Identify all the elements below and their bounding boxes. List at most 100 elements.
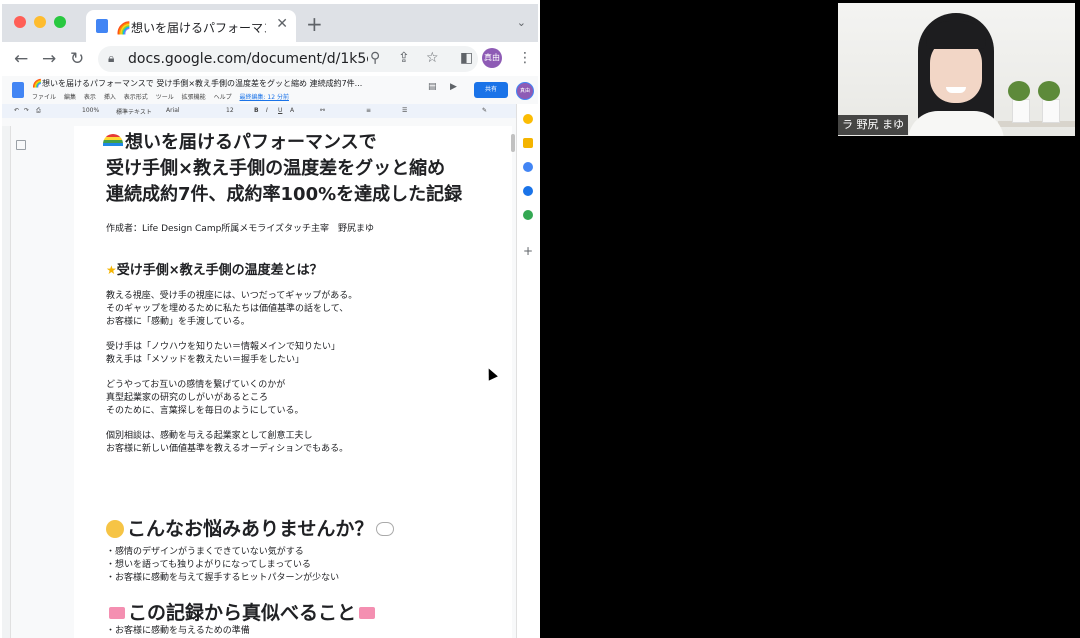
font-select[interactable]: Arial <box>166 107 180 114</box>
menu-edit[interactable]: 編集 <box>64 94 76 101</box>
section3-list: ・お客様に感動を与えるための準備 <box>106 625 250 638</box>
love-letter-icon <box>109 607 125 619</box>
contacts-icon[interactable] <box>523 186 533 196</box>
section3-heading: この記録から真似べること <box>106 598 378 625</box>
tab-search-icon[interactable]: ⌄ <box>517 16 526 29</box>
menu-view[interactable]: 表示 <box>84 94 96 101</box>
comment-history-icon[interactable]: ▤ <box>428 82 437 92</box>
lock-icon: 🔒︎ <box>108 51 115 65</box>
url-text[interactable]: docs.google.com/document/d/1k5cz2... <box>128 51 368 67</box>
doc-title-line-2: 受け手側×教え手側の温度差をグッと縮め <box>106 158 446 179</box>
love-letter-icon <box>359 607 376 619</box>
screen: 🌈想いを届けるパフォーマンスで ✕ + ⌄ ← → ↻ 🔒︎ docs.goog… <box>0 0 1080 638</box>
bold-icon[interactable]: B <box>254 107 259 114</box>
doc-author: 作成者：Life Design Camp所属メモライズタッチ主宰 野尻まゆ <box>106 224 375 234</box>
add-addon-icon[interactable]: + <box>523 244 533 258</box>
share-icon[interactable]: ⇪ <box>398 50 410 66</box>
docs-menubar: ファイル 編集 表示 挿入 表示形式 ツール 拡張機能 ヘルプ 最終編集: 12… <box>32 92 295 101</box>
font-size-input[interactable]: 12 <box>226 107 234 114</box>
profile-avatar[interactable]: 真由 <box>482 48 502 68</box>
list-item: ・想いを語っても独りよがりになってしまっている <box>106 560 311 570</box>
participant-shirt <box>908 111 1004 136</box>
address-bar[interactable]: 🔒︎ docs.google.com/document/d/1k5cz2... … <box>98 46 478 72</box>
star-icon[interactable]: ☆ <box>426 50 439 66</box>
section2-list: ・感情のデザインがうまくできていない気がする ・想いを語っても独りよがりになって… <box>106 546 339 585</box>
docs-avatar[interactable]: 真由 <box>516 82 534 100</box>
list-item: ・お客様に感動を与えるための準備 <box>106 626 250 636</box>
plant <box>1008 81 1030 101</box>
section1-heading: ★受け手側×教え手側の温度差とは？ <box>106 263 323 278</box>
undo-icon[interactable]: ↶ <box>14 107 19 114</box>
menu-format[interactable]: 表示形式 <box>124 94 148 101</box>
minimize-window-button[interactable] <box>34 16 46 28</box>
tab-bar: 🌈想いを届けるパフォーマンスで ✕ + ⌄ <box>2 4 538 42</box>
participant-smile <box>946 87 966 93</box>
menu-insert[interactable]: 挿入 <box>104 94 116 101</box>
forward-arrow-icon[interactable]: → <box>42 49 56 69</box>
side-panel: + <box>516 104 538 638</box>
print-icon[interactable]: ⎙ <box>36 107 41 115</box>
calendar-icon[interactable] <box>523 138 533 148</box>
menu-file[interactable]: ファイル <box>32 94 56 101</box>
plant-pot <box>1042 99 1060 123</box>
star-emoji-icon: ★ <box>106 263 117 277</box>
scrollbar-thumb[interactable] <box>511 134 515 152</box>
keep-icon[interactable] <box>523 114 533 124</box>
thinking-face-icon <box>106 520 124 538</box>
outline-icon[interactable] <box>16 140 26 150</box>
back-arrow-icon[interactable]: ← <box>14 49 28 69</box>
section2-heading: こんなお悩みありませんか？ <box>106 514 395 541</box>
underline-icon[interactable]: U <box>278 107 282 114</box>
style-select[interactable]: 標準テキスト <box>116 107 152 116</box>
list-item: ・感情のデザインがうまくできていない気がする <box>106 547 304 557</box>
tab-close-icon[interactable]: ✕ <box>276 16 288 32</box>
participant-name-label: ラ 野尻 まゆ <box>838 115 908 135</box>
kebab-menu-icon[interactable]: ⋮ <box>518 50 532 66</box>
speech-bubble-icon <box>376 522 395 536</box>
list-item: ・お客様に感動を与えて握手するヒットパターンが少ない <box>106 573 340 583</box>
paragraph-4: 個別相談は、感動を与える起業家として創意工夫し お客様に新しい価値基準を教えるオ… <box>106 431 349 454</box>
sidepanel-icon[interactable]: ◧ <box>460 50 473 66</box>
doc-title-line-1: 想いを届けるパフォーマンスで <box>103 128 377 154</box>
plant-pot <box>1012 99 1030 123</box>
new-tab-button[interactable]: + <box>306 12 323 36</box>
rainbow-icon <box>103 134 123 146</box>
close-window-button[interactable] <box>14 16 26 28</box>
zoom-select[interactable]: 100% <box>82 107 99 114</box>
tab-title: 🌈想いを届けるパフォーマンスで <box>116 21 266 35</box>
align-icon[interactable]: ≡ <box>366 107 371 114</box>
browser-tab[interactable]: 🌈想いを届けるパフォーマンスで ✕ <box>86 10 296 42</box>
browser-window: 🌈想いを届けるパフォーマンスで ✕ + ⌄ ← → ↻ 🔒︎ docs.goog… <box>2 4 538 638</box>
format-toolbar: ↶ ↷ ⎙ 100% 標準テキスト Arial 12 B I U A ⚯ ≡ ☰… <box>2 104 538 118</box>
doc-title-line-3: 連続成約7件、成約率100%を達成した記録 <box>106 184 463 205</box>
meet-icon[interactable]: ▶ <box>450 82 457 92</box>
italic-icon[interactable]: I <box>266 107 268 114</box>
plant <box>1038 81 1060 101</box>
shelf <box>998 121 1075 127</box>
vertical-ruler[interactable] <box>2 126 11 638</box>
paragraph-1: 教える視座、受け手の視座には、いつだってギャップがある。 そのギャップを埋めるた… <box>106 291 358 327</box>
menu-tools[interactable]: ツール <box>156 94 174 101</box>
menu-help[interactable]: ヘルプ <box>214 94 232 101</box>
browser-toolbar: ← → ↻ 🔒︎ docs.google.com/document/d/1k5c… <box>2 42 538 77</box>
docs-favicon-icon <box>96 19 108 33</box>
document-title[interactable]: 🌈想いを届けるパフォーマンスで 受け手側×教え手側の温度差をグッと縮め 連続成約… <box>32 78 362 89</box>
reload-icon[interactable]: ↻ <box>70 49 84 69</box>
edit-mode-icon[interactable]: ✎ <box>482 107 487 114</box>
docs-header: 🌈想いを届けるパフォーマンスで 受け手側×教え手側の温度差をグッと縮め 連続成約… <box>2 76 538 104</box>
search-icon[interactable]: ⚲ <box>370 50 380 66</box>
list-icon[interactable]: ☰ <box>402 107 407 114</box>
maps-icon[interactable] <box>523 210 533 220</box>
link-icon[interactable]: ⚯ <box>320 107 325 114</box>
share-button[interactable]: 共有 <box>474 82 508 98</box>
participant-bangs <box>926 21 986 49</box>
maximize-window-button[interactable] <box>54 16 66 28</box>
paragraph-3: どうやってお互いの感情を繋げていくのかが 真型起業家の研究のしがいがあるところ … <box>106 380 304 416</box>
tasks-icon[interactable] <box>523 162 533 172</box>
redo-icon[interactable]: ↷ <box>24 107 29 114</box>
last-edit-link[interactable]: 最終編集: 12 分前 <box>240 94 289 101</box>
menu-extensions[interactable]: 拡張機能 <box>182 94 206 101</box>
paragraph-2: 受け手は「ノウハウを知りたい＝情報メインで知りたい」 教え手は「メソッドを教えた… <box>106 342 341 365</box>
docs-logo-icon[interactable] <box>12 82 24 98</box>
text-color-icon[interactable]: A <box>290 107 294 114</box>
